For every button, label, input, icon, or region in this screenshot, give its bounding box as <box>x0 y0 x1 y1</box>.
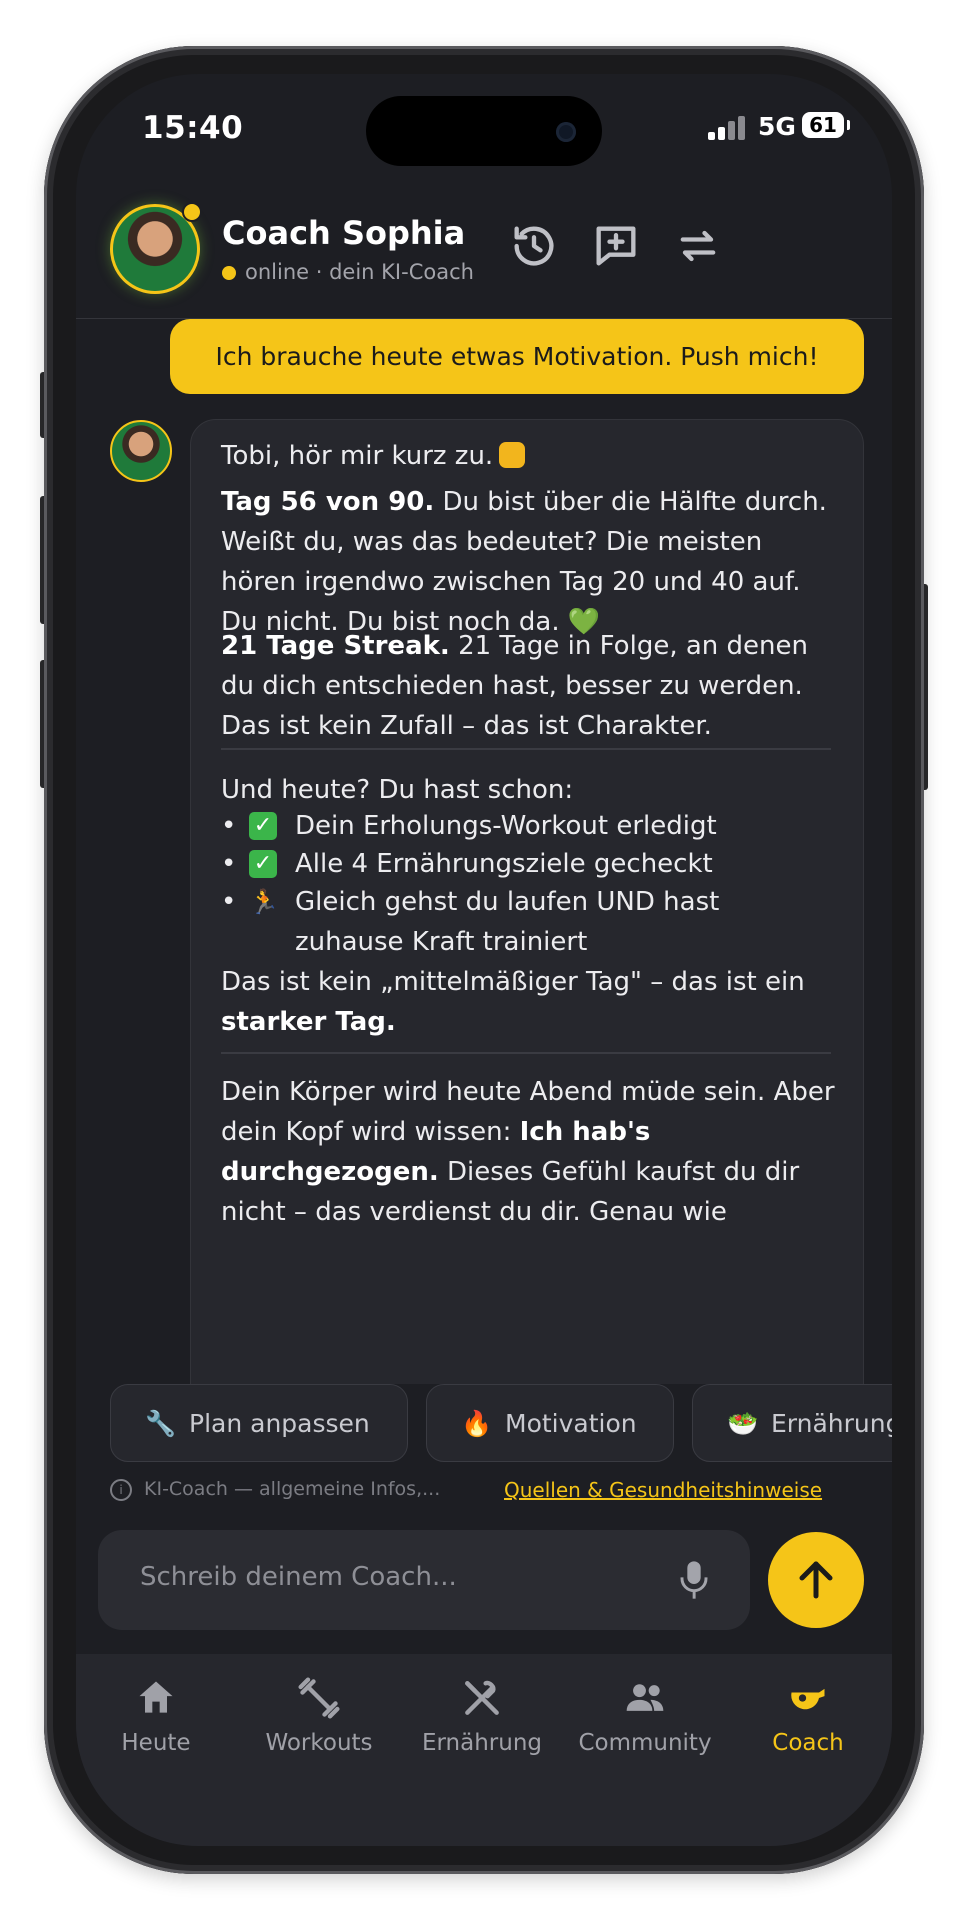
chat-header: Coach Sophia online · dein KI-Coach <box>76 184 892 319</box>
dumbbell-icon <box>298 1677 340 1719</box>
runner-icon: 🏃 <box>249 888 279 916</box>
checklist-text: Alle 4 Ernährungsziele gecheckt <box>295 849 713 879</box>
coach-greeting: Tobi, hör mir kurz zu. <box>221 436 843 476</box>
online-dot <box>222 266 236 280</box>
chip-plan-anpassen[interactable]: 🔧 Plan anpassen <box>110 1384 408 1462</box>
history-icon <box>514 226 554 266</box>
tab-label: Community <box>578 1730 712 1756</box>
chip-motivation[interactable]: 🔥 Motivation <box>426 1384 674 1462</box>
user-message: Ich brauche heute etwas Motivation. Push… <box>170 319 864 394</box>
coach-paragraph-1: Tag 56 von 90. Du bist über die Hälfte d… <box>221 482 843 642</box>
salad-icon: 🥗 <box>727 1409 759 1438</box>
tab-community[interactable]: Community <box>565 1676 725 1766</box>
chip-label: Plan anpassen <box>189 1409 370 1438</box>
app-screen: 15:40 5G 61 Coach Sophia online · dein K… <box>76 74 892 1846</box>
microphone-icon[interactable] <box>678 1558 710 1602</box>
switch-coach-button[interactable] <box>672 220 724 272</box>
wrench-icon: 🔧 <box>145 1409 177 1438</box>
disclaimer-text: KI-Coach — allgemeine Infos,... <box>144 1478 441 1500</box>
input-placeholder: Schreib deinem Coach... <box>140 1562 457 1592</box>
tab-ernaehrung[interactable]: Ernährung <box>402 1676 562 1766</box>
tab-coach[interactable]: Coach <box>728 1676 888 1766</box>
checklist-text: Dein Erholungs-Workout erledigt <box>295 811 717 841</box>
utensils-icon <box>465 1680 499 1715</box>
coach-name: Coach Sophia <box>222 214 466 252</box>
history-button[interactable] <box>508 220 560 272</box>
coach-status-text: online · dein KI-Coach <box>245 260 474 284</box>
arrow-up-icon <box>799 1561 833 1599</box>
chat-thread[interactable]: Ich brauche heute etwas Motivation. Push… <box>76 318 892 1384</box>
p4-bold: starker Tag. <box>221 1007 396 1037</box>
chip-label: Ernährung <box>771 1409 892 1438</box>
coach-paragraph-4: Das ist kein „mittelmäßiger Tag" – das i… <box>221 962 843 1042</box>
home-icon <box>139 1681 173 1713</box>
chip-ernaehrung[interactable]: 🥗 Ernährung <box>692 1384 892 1462</box>
new-chat-icon <box>596 226 636 266</box>
disclaimer: i KI-Coach — allgemeine Infos,... <box>110 1478 440 1501</box>
people-icon <box>626 1684 664 1711</box>
greeting-text: Tobi, hör mir kurz zu. <box>221 441 494 471</box>
divider <box>221 748 831 750</box>
checklist-text: Gleich gehst du laufen UND hast zuhause … <box>295 887 720 957</box>
tab-label: Heute <box>121 1730 191 1756</box>
check-icon: ✓ <box>249 850 277 878</box>
coach-paragraph-2: 21 Tage Streak. 21 Tage in Folge, an den… <box>221 626 843 746</box>
quick-reply-chips: 🔧 Plan anpassen 🔥 Motivation 🥗 Ernährung <box>76 1384 892 1464</box>
check-icon: ✓ <box>249 812 277 840</box>
divider <box>221 1052 831 1054</box>
new-chat-button[interactable] <box>590 220 642 272</box>
signal-icon <box>708 116 748 140</box>
tab-label: Coach <box>772 1730 844 1756</box>
fire-icon: 🔥 <box>461 1409 493 1438</box>
tab-label: Ernährung <box>421 1730 543 1756</box>
whistle-icon <box>791 1688 825 1710</box>
status-time: 15:40 <box>142 110 244 146</box>
chip-label: Motivation <box>505 1409 637 1438</box>
tab-workouts[interactable]: Workouts <box>239 1676 399 1766</box>
coach-paragraph-5: Dein Körper wird heute Abend müde sein. … <box>221 1072 843 1232</box>
tab-label: Workouts <box>265 1730 373 1756</box>
p2-bold: 21 Tage Streak. <box>221 631 450 661</box>
info-icon: i <box>110 1479 132 1501</box>
p4-text: Das ist kein „mittelmäßiger Tag" – das i… <box>221 967 805 997</box>
coach-paragraph-3: Und heute? Du hast schon: <box>221 775 574 805</box>
presence-dot <box>182 202 202 222</box>
tab-heute[interactable]: Heute <box>76 1676 236 1766</box>
fist-bump-icon <box>499 442 526 468</box>
coach-message: Tobi, hör mir kurz zu. Tag 56 von 90. Du… <box>190 419 864 1384</box>
swap-icon <box>680 230 716 262</box>
camera-icon <box>556 122 576 142</box>
battery-icon: 61 <box>802 112 850 138</box>
send-button[interactable] <box>768 1532 864 1628</box>
status-bar: 15:40 5G 61 <box>76 74 892 184</box>
dynamic-island <box>366 96 602 166</box>
bottom-tab-bar: Heute Workouts Ernährung Community Coach <box>76 1654 892 1846</box>
coach-status: online · dein KI-Coach <box>222 260 474 284</box>
message-input[interactable]: Schreib deinem Coach... <box>98 1530 750 1630</box>
sources-link[interactable]: Quellen & Gesundheitshinweise <box>504 1478 822 1502</box>
p1-bold: Tag 56 von 90. <box>221 487 435 517</box>
coach-message-avatar <box>110 420 172 482</box>
network-type: 5G <box>758 112 796 141</box>
